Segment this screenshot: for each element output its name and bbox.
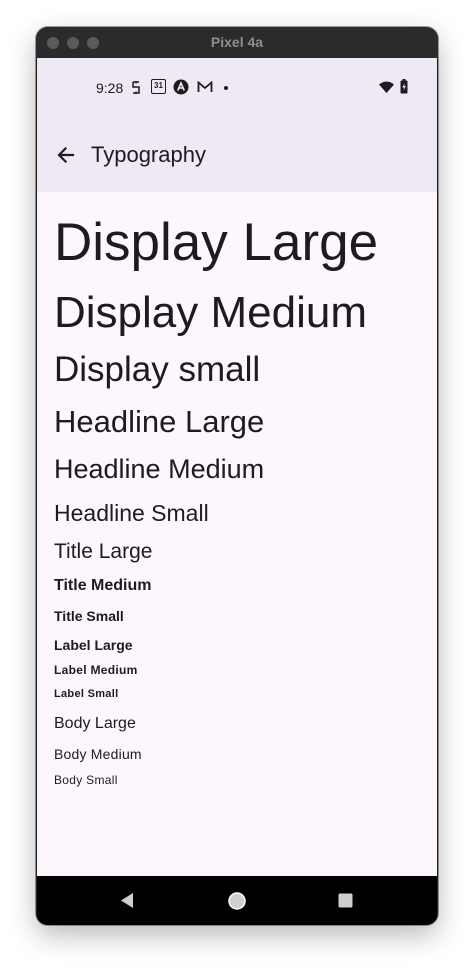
label-medium-text: Label Medium [54,663,138,677]
emulator-window: Pixel 4a 9:28 31 Typography Display Larg… [36,27,438,925]
status-time: 9:28 [96,80,124,96]
back-triangle-icon[interactable] [119,892,135,909]
battery-icon [400,79,408,94]
page-title: Typography [91,142,206,167]
headline-large-text: Headline Large [54,404,265,439]
sync-icon [132,81,140,94]
window-title: Pixel 4a [210,34,264,50]
title-medium-text: Title Medium [54,577,152,594]
recents-square-icon[interactable] [338,893,353,908]
body-medium-text: Body Medium [54,746,142,762]
home-circle-icon[interactable] [227,891,247,911]
gmail-icon [197,81,213,92]
display-large-text: Display Large [54,213,379,272]
label-large-text: Label Large [54,637,133,653]
calendar-icon: 31 [151,79,166,94]
top-app-bar: Typography [37,116,437,192]
status-bar: 9:28 31 [37,58,437,116]
body-large-text: Body Large [54,715,136,732]
wifi-icon [379,81,394,93]
display-medium-text: Display Medium [54,288,367,337]
body-small-text: Body Small [54,773,118,787]
assistant-icon [173,79,189,95]
headline-medium-text: Headline Medium [54,454,265,484]
display-small-text: Display small [54,350,261,389]
device-screen: 9:28 31 Typography Display Large Display… [37,58,437,876]
window-titlebar: Pixel 4a [36,27,438,58]
headline-small-text: Headline Small [54,500,209,526]
dot-icon [224,86,228,90]
title-small-text: Title Small [54,608,124,624]
system-nav-bar [37,876,437,925]
title-large-text: Title Large [54,540,153,563]
arrow-back-icon[interactable] [53,142,79,168]
label-small-text: Label Small [54,688,119,700]
